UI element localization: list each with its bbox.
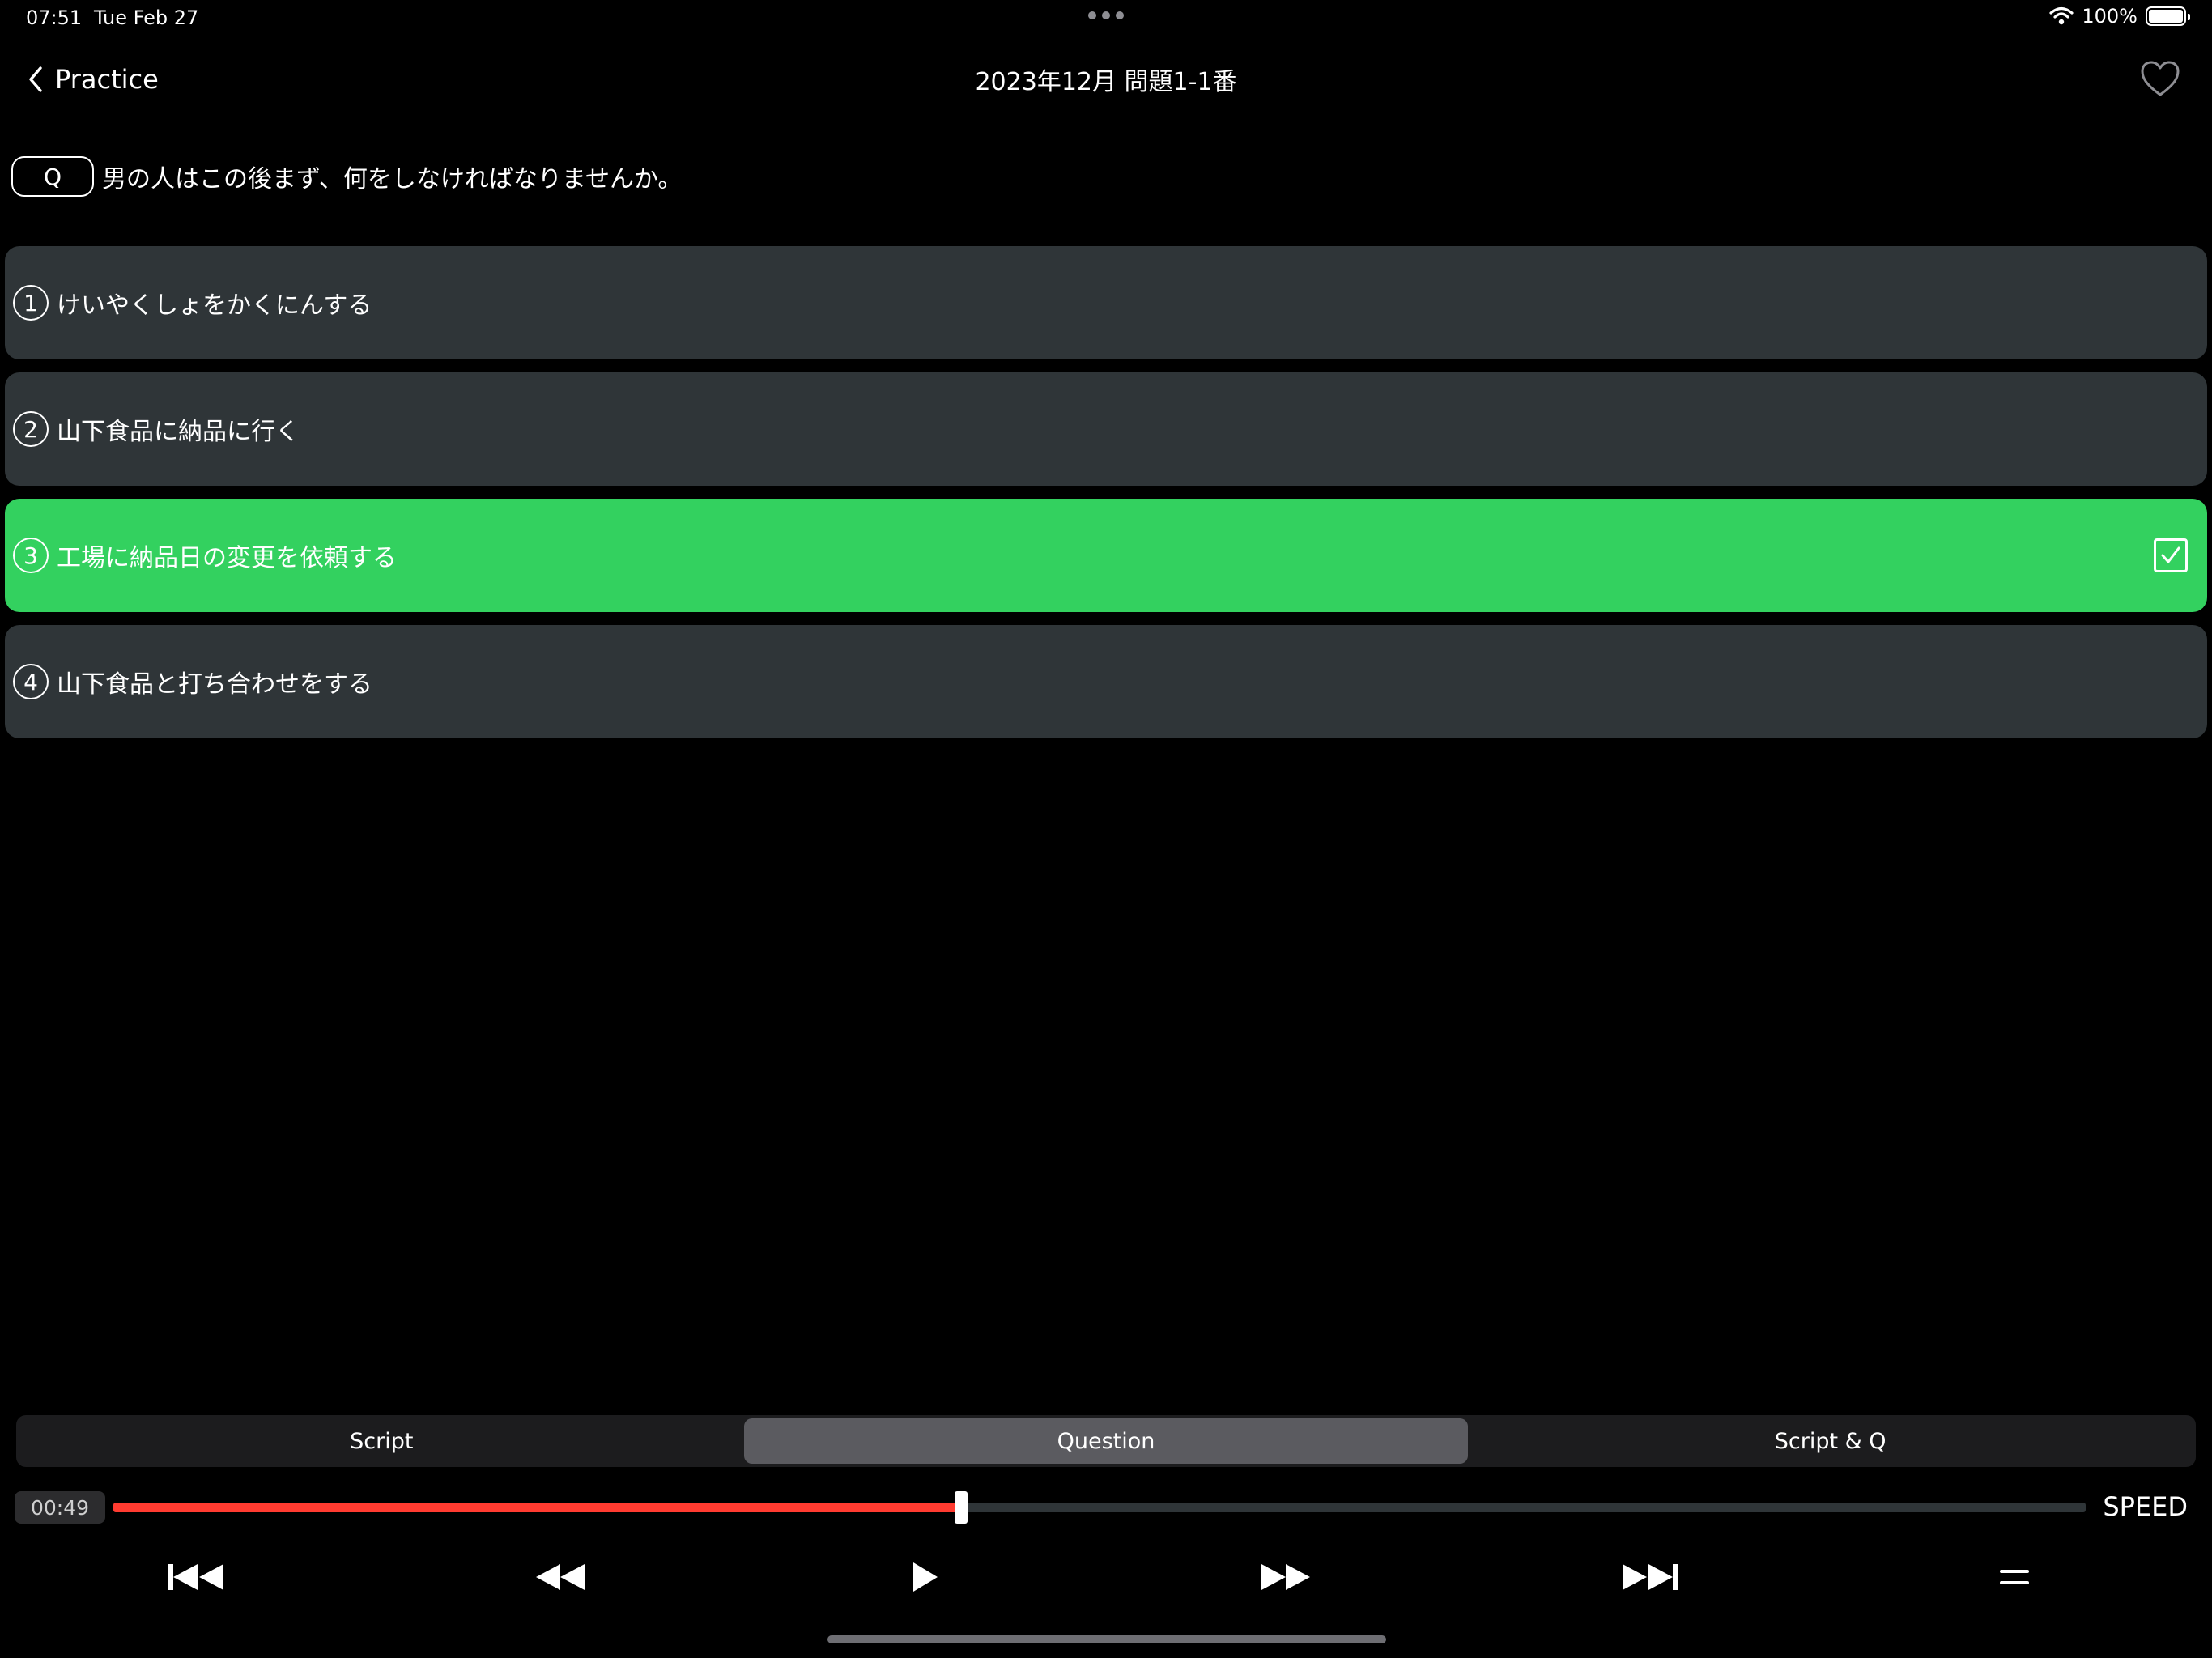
favorite-button[interactable] bbox=[2139, 58, 2181, 100]
choice-text: けいやくしょをかくにんする bbox=[57, 291, 372, 320]
menu-icon bbox=[2000, 1570, 2029, 1584]
choice-text: 山下食品と打ち合わせをする bbox=[57, 670, 372, 699]
playback-progress-slider[interactable] bbox=[113, 1491, 2086, 1524]
wifi-icon bbox=[2049, 6, 2074, 25]
battery-icon bbox=[2146, 6, 2190, 26]
view-mode-segmented-control: Script Question Script & Q bbox=[16, 1415, 2196, 1467]
skip-previous-icon bbox=[168, 1564, 223, 1590]
menu-button[interactable] bbox=[1997, 1554, 2032, 1600]
fast-forward-button[interactable] bbox=[1257, 1554, 1315, 1600]
fast-forward-icon bbox=[1261, 1564, 1310, 1590]
skip-next-icon bbox=[1623, 1564, 1678, 1590]
question-row: Q 男の人はこの後まず、何をしなければなりませんか。 bbox=[11, 155, 682, 198]
status-date: Tue Feb 27 bbox=[94, 6, 199, 29]
elapsed-time: 00:49 bbox=[15, 1491, 105, 1524]
status-bar: 07:51 Tue Feb 27 100% bbox=[0, 0, 2212, 39]
tab-script[interactable]: Script bbox=[19, 1418, 744, 1464]
home-indicator bbox=[827, 1635, 1386, 1643]
tab-script-and-q[interactable]: Script & Q bbox=[1468, 1418, 2193, 1464]
skip-next-button[interactable] bbox=[1616, 1554, 1684, 1600]
status-right: 100% bbox=[2049, 5, 2190, 28]
choice-number: 4 bbox=[13, 664, 49, 699]
multitasking-dots-icon[interactable] bbox=[1088, 11, 1124, 23]
speed-button[interactable]: SPEED bbox=[2103, 1491, 2188, 1522]
progress-thumb[interactable] bbox=[955, 1491, 968, 1524]
choice-text: 工場に納品日の変更を依頼する bbox=[57, 544, 397, 572]
checkbox-checked-icon bbox=[2154, 538, 2188, 572]
heart-outline-icon bbox=[2141, 61, 2180, 96]
question-badge: Q bbox=[11, 156, 94, 197]
question-text: 男の人はこの後まず、何をしなければなりませんか。 bbox=[102, 165, 683, 193]
choice-4[interactable]: 4 山下食品と打ち合わせをする bbox=[5, 625, 2207, 738]
choice-number: 2 bbox=[13, 411, 49, 447]
choice-text: 山下食品に納品に行く bbox=[57, 418, 300, 446]
choice-1[interactable]: 1 けいやくしょをかくにんする bbox=[5, 246, 2207, 359]
play-button[interactable] bbox=[907, 1554, 942, 1600]
choice-number: 1 bbox=[13, 285, 49, 321]
choice-2[interactable]: 2 山下食品に納品に行く bbox=[5, 372, 2207, 486]
answer-choices: 1 けいやくしょをかくにんする 2 山下食品に納品に行く 3 工場に納品日の変更… bbox=[5, 246, 2207, 751]
rewind-icon bbox=[536, 1564, 585, 1590]
choice-number: 3 bbox=[13, 538, 49, 573]
rewind-button[interactable] bbox=[531, 1554, 589, 1600]
battery-percent: 100% bbox=[2082, 5, 2138, 28]
status-time: 07:51 bbox=[26, 6, 83, 29]
skip-previous-button[interactable] bbox=[162, 1554, 230, 1600]
progress-fill bbox=[113, 1503, 962, 1512]
choice-3[interactable]: 3 工場に納品日の変更を依頼する bbox=[5, 499, 2207, 612]
page-title: 2023年12月 問題1-1番 bbox=[975, 68, 1237, 96]
tab-question[interactable]: Question bbox=[743, 1418, 1469, 1464]
play-icon bbox=[913, 1562, 938, 1592]
screen: 07:51 Tue Feb 27 100% Practice 2023年12月 … bbox=[0, 0, 2212, 1658]
